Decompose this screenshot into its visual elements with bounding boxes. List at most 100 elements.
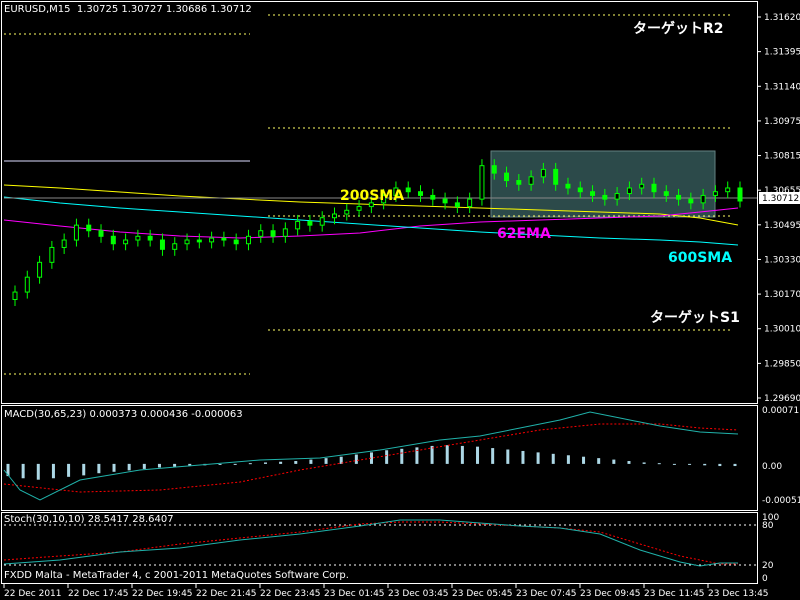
target-s1-label: ターゲットS1 — [650, 310, 740, 326]
candle-body — [73, 224, 79, 241]
time-tick-label: 23 Dec 03:45 — [388, 589, 449, 599]
candle-body — [196, 239, 202, 243]
candle-body — [258, 230, 264, 237]
chart-canvas: 1.316201.313951.311401.309751.308151.306… — [0, 0, 800, 600]
macd-tick-label: 0.00 — [762, 462, 782, 472]
time-tick-label: 23 Dec 05:45 — [452, 589, 513, 599]
candle-body — [516, 180, 522, 185]
time-tick-label: 23 Dec 01:45 — [324, 589, 385, 599]
macd-bar — [476, 446, 480, 464]
macd-bar — [597, 458, 601, 464]
macd-bar — [354, 454, 358, 464]
target-r2-label: ターゲットR2 — [633, 21, 724, 37]
candle-body — [209, 237, 215, 243]
macd-bar — [173, 463, 177, 467]
macd-bar — [506, 449, 510, 464]
price-tick-label: 1.30010 — [764, 325, 800, 335]
time-tick-label: 23 Dec 07:45 — [516, 589, 577, 599]
macd-bar — [127, 463, 131, 471]
candle-body — [430, 194, 436, 200]
candle-body — [688, 198, 694, 204]
price-tick-label: 1.30815 — [764, 152, 800, 162]
candle-body — [12, 291, 18, 300]
candle-body — [651, 183, 657, 193]
time-tick-label: 22 Dec 2011 — [4, 589, 62, 599]
macd-bar — [430, 445, 434, 464]
time-tick-label: 22 Dec 21:45 — [196, 589, 257, 599]
candle-body — [24, 276, 30, 293]
candle-body — [491, 165, 497, 174]
macd-bar — [718, 463, 722, 467]
consolidation-box — [490, 150, 716, 218]
candle-body — [528, 176, 534, 185]
candle-body — [184, 239, 190, 245]
macd-bar — [218, 463, 222, 465]
candle-body — [172, 243, 178, 250]
macd-bar — [36, 463, 40, 480]
copyright-text: FXDD Malta - MetaTrader 4, c 2001-2011 M… — [4, 570, 349, 581]
macd-bar — [536, 452, 540, 464]
price-tick-label: 1.30975 — [764, 117, 800, 127]
macd-bar — [627, 461, 631, 464]
candle-body — [147, 235, 153, 241]
candle-body — [614, 193, 620, 200]
candle-body — [61, 239, 67, 248]
time-tick-label: 22 Dec 17:45 — [68, 589, 129, 599]
candle-body — [454, 202, 460, 208]
macd-bar — [612, 459, 616, 464]
macd-bar — [688, 463, 692, 465]
main-header: EURUSD,M15 1.30725 1.30727 1.30686 1.307… — [4, 4, 252, 15]
macd-tick-label: 0.00071 — [762, 406, 799, 416]
macd-bar — [657, 463, 661, 465]
candle-body — [356, 206, 362, 211]
macd-bar — [97, 463, 101, 474]
macd-bar — [460, 445, 464, 464]
candle-body — [159, 239, 165, 250]
sma200-label: 200SMA — [340, 188, 405, 204]
candle-body — [135, 235, 141, 241]
candle-body — [418, 191, 424, 196]
macd-bar — [51, 463, 55, 479]
candle-body — [344, 209, 350, 215]
macd-bar — [672, 463, 676, 465]
stoch-tick-label: 20 — [762, 561, 774, 571]
candle-body — [49, 246, 55, 263]
macd-bar — [551, 453, 555, 464]
macd-bar — [445, 445, 449, 464]
macd-tick-label: -0.00051 — [762, 496, 800, 506]
price-tick-label: 1.30495 — [764, 221, 800, 231]
price-tick-label: 1.30330 — [764, 255, 800, 265]
candle-body — [442, 198, 448, 204]
ema62-label: 62EMA — [497, 226, 551, 242]
macd-bar — [400, 448, 404, 464]
macd-bar — [385, 450, 389, 464]
candle-body — [676, 194, 682, 200]
macd-bar — [82, 463, 86, 476]
candle-body — [540, 168, 546, 178]
macd-bar — [21, 463, 25, 479]
candle-body — [307, 220, 313, 226]
candle-body — [663, 191, 669, 196]
macd-bar — [294, 461, 298, 464]
candle-body — [639, 183, 645, 189]
candle-body — [86, 224, 92, 232]
macd-bar — [642, 462, 646, 464]
stoch-header: Stoch(30,10,10) 28.5417 28.6407 — [4, 514, 174, 525]
candle-body — [221, 237, 227, 241]
macd-bar — [263, 462, 267, 464]
macd-bar — [67, 463, 71, 477]
candle-body — [712, 191, 718, 196]
macd-bar — [309, 459, 313, 464]
macd-bar — [157, 463, 161, 468]
time-tick-label: 22 Dec 19:45 — [132, 589, 193, 599]
stoch-tick-label: 80 — [762, 521, 774, 531]
macd-bar — [521, 450, 525, 464]
candle-body — [700, 194, 706, 204]
candle-body — [504, 172, 510, 182]
candle-body — [725, 187, 731, 193]
macd-bar — [582, 456, 586, 464]
candle-body — [737, 187, 743, 202]
candle-body — [245, 235, 251, 245]
price-tick-label: 1.29690 — [764, 394, 800, 404]
macd-bar — [112, 463, 116, 472]
